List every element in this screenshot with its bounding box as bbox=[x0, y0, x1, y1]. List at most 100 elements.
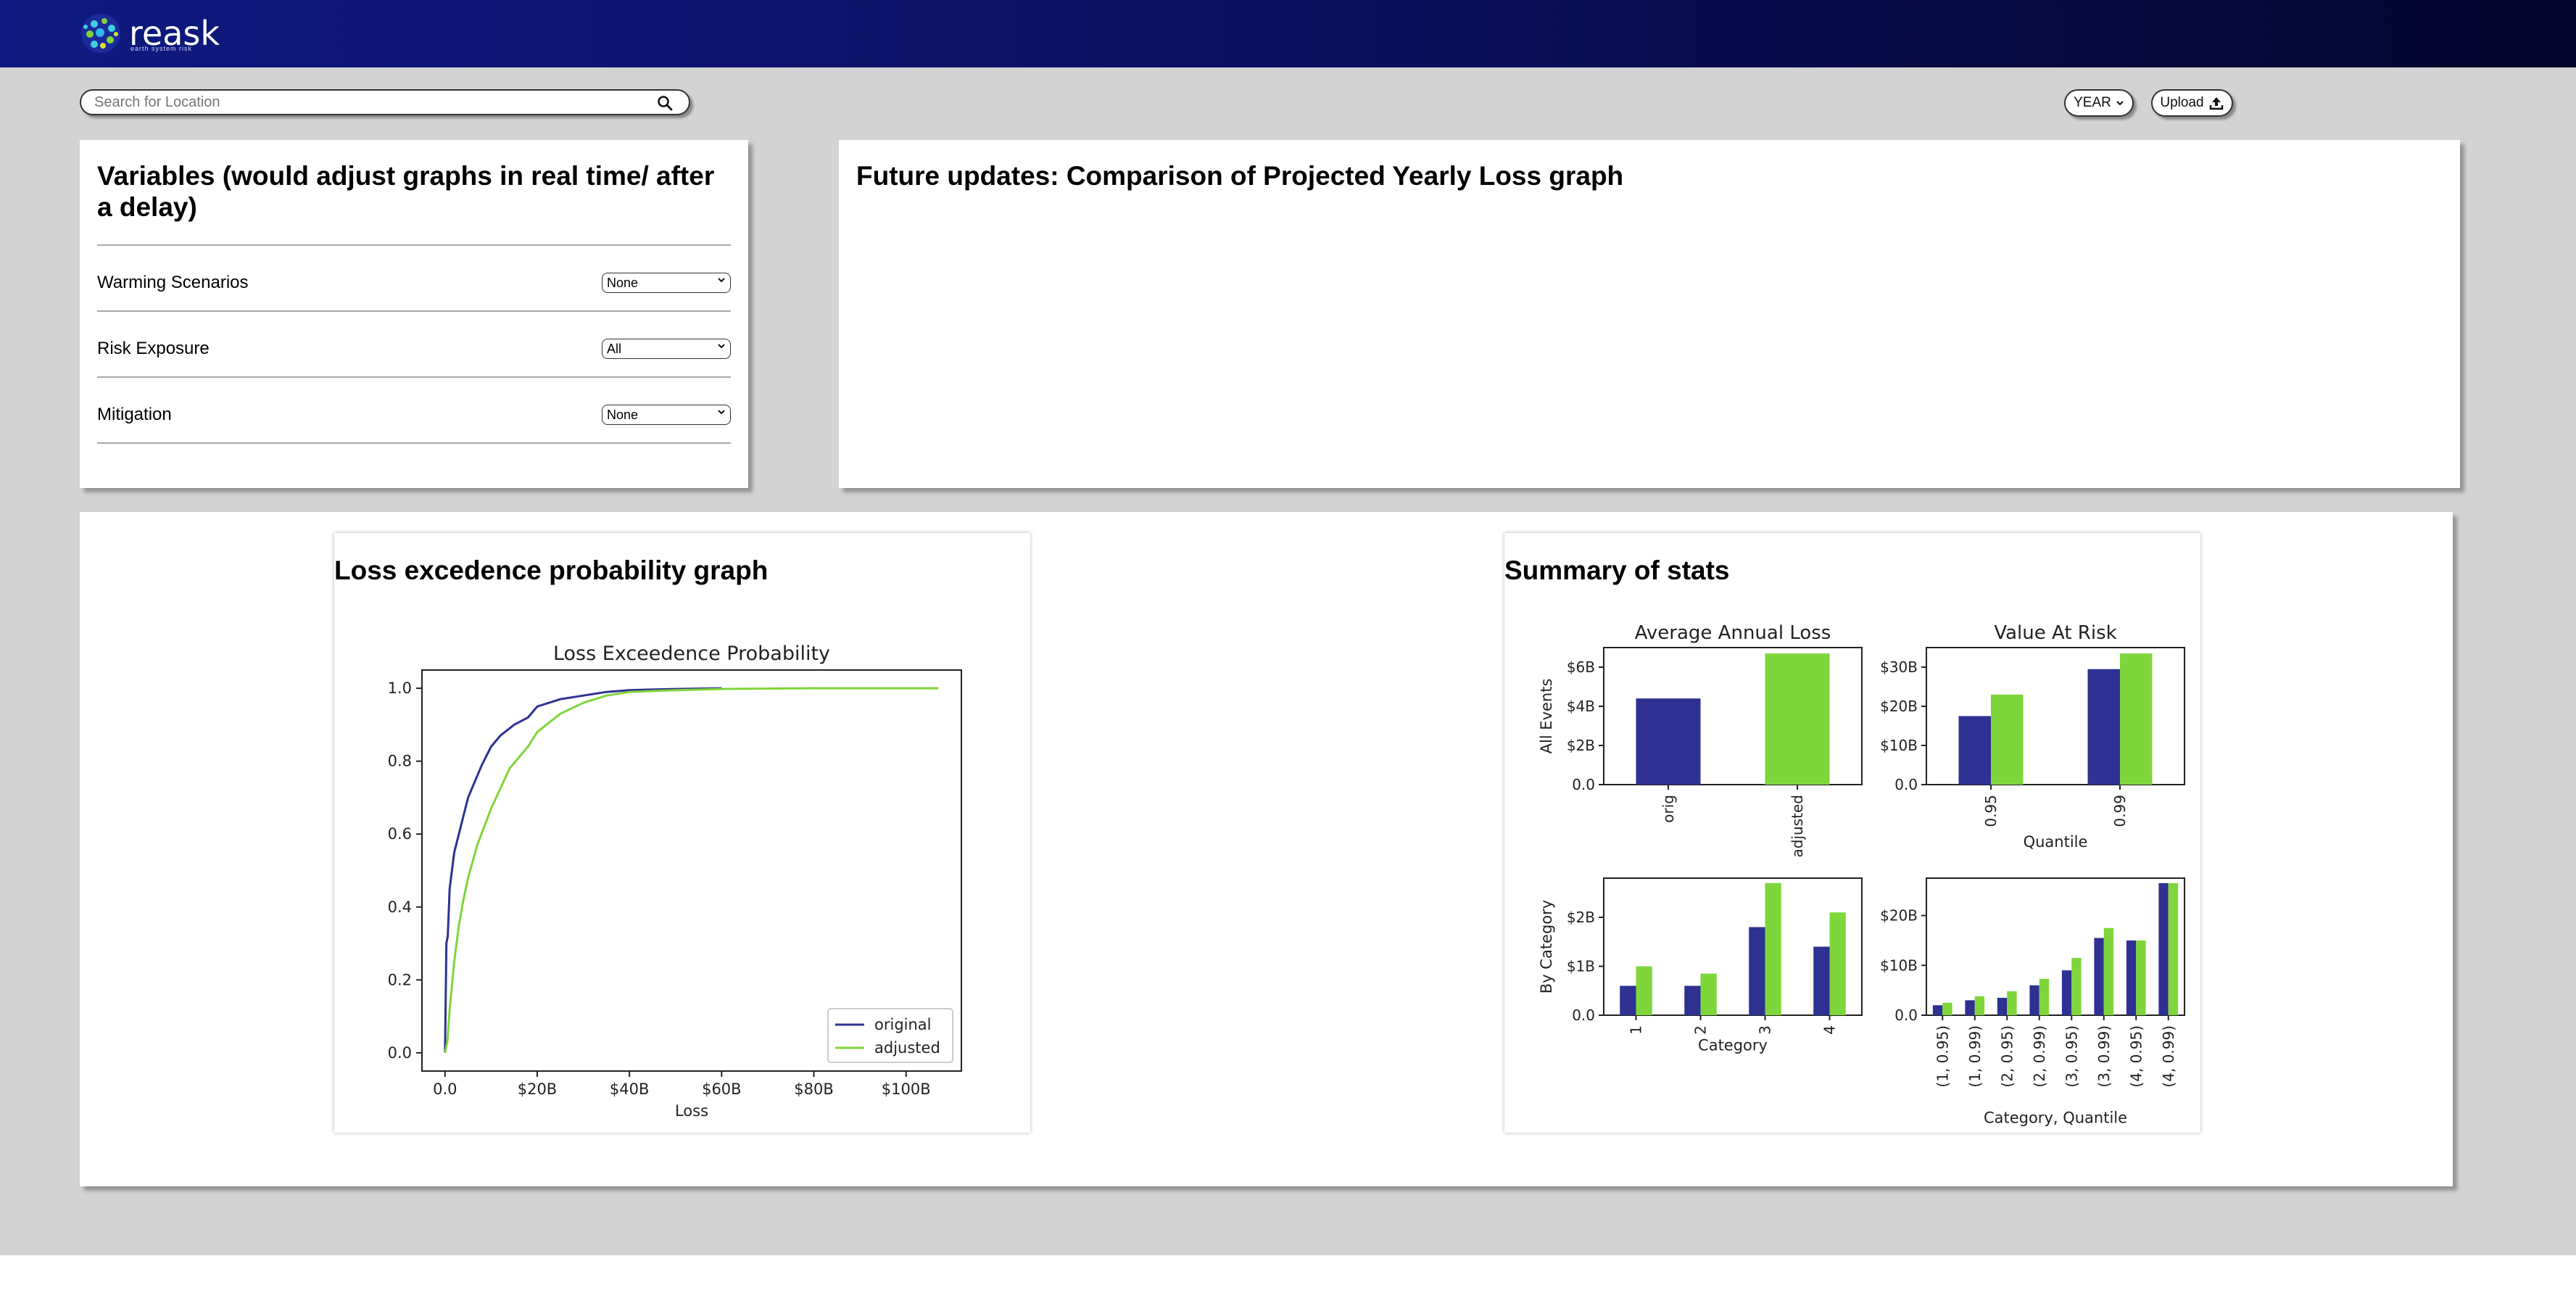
risk-exposure-label: Risk Exposure bbox=[97, 339, 210, 358]
bar-adjusted bbox=[2071, 957, 2082, 1015]
warming-scenarios-label: Warming Scenarios bbox=[97, 273, 249, 292]
bar-original bbox=[1997, 997, 2008, 1015]
x-tick-label: $80B bbox=[794, 1080, 834, 1098]
x-tick-label: (1, 0.99) bbox=[1966, 1025, 1984, 1088]
bar-original bbox=[2158, 883, 2169, 1015]
chart-title: Average Annual Loss bbox=[1635, 622, 1831, 644]
x-tick-label: (1, 0.95) bbox=[1934, 1025, 1951, 1088]
divider bbox=[97, 442, 731, 444]
variables-title: Variables (would adjust graphs in real t… bbox=[97, 161, 715, 222]
y-tick-label: $6B bbox=[1567, 658, 1595, 676]
y-tick-label: 0.2 bbox=[388, 971, 412, 988]
mitigation-value: None bbox=[607, 407, 639, 422]
divider bbox=[97, 376, 731, 378]
bar-original bbox=[2126, 940, 2137, 1015]
x-tick-label: 0.95 bbox=[1982, 795, 2000, 827]
x-tick-label: (4, 0.99) bbox=[2160, 1025, 2177, 1088]
warming-scenarios-select[interactable]: None bbox=[602, 273, 731, 293]
bar bbox=[1765, 653, 1830, 785]
bar-original bbox=[1749, 927, 1765, 1015]
x-tick-label: $60B bbox=[702, 1080, 742, 1098]
bar-original bbox=[1620, 985, 1636, 1015]
x-tick-label: $100B bbox=[882, 1080, 931, 1098]
x-tick-label: 3 bbox=[1757, 1025, 1774, 1035]
bar-adjusted bbox=[2039, 978, 2050, 1015]
bar-adjusted bbox=[1991, 694, 2024, 785]
y-tick-label: $10B bbox=[1880, 737, 1918, 754]
search-icon[interactable] bbox=[657, 95, 673, 111]
x-axis-label: Category, Quantile bbox=[1984, 1109, 2127, 1127]
warming-scenarios-value: None bbox=[607, 275, 639, 290]
x-axis-label: Loss bbox=[675, 1102, 708, 1120]
future-updates-panel: Future updates: Comparison of Projected … bbox=[839, 140, 2460, 488]
y-tick-label: 0.0 bbox=[388, 1044, 412, 1062]
plot-frame bbox=[1926, 877, 2185, 1016]
bar-adjusted bbox=[1765, 883, 1781, 1015]
y-tick-label: $30B bbox=[1880, 658, 1918, 676]
bar-adjusted bbox=[2007, 991, 2017, 1015]
x-tick-label: adjusted bbox=[1789, 795, 1806, 857]
legend-label: original bbox=[874, 1016, 932, 1033]
chevron-down-icon bbox=[2116, 101, 2124, 106]
y-axis-label: All Events bbox=[1538, 679, 1555, 754]
risk-exposure-value: All bbox=[607, 341, 622, 356]
period-select[interactable]: YEAR bbox=[2064, 89, 2134, 117]
bar-adjusted bbox=[2103, 927, 2114, 1015]
bar bbox=[1636, 698, 1701, 785]
variables-panel: Variables (would adjust graphs in real t… bbox=[80, 140, 748, 488]
divider bbox=[97, 310, 731, 312]
y-tick-label: 0.0 bbox=[1572, 776, 1595, 793]
bar-adjusted bbox=[1974, 996, 1985, 1015]
y-tick-label: 0.0 bbox=[1894, 776, 1918, 793]
x-tick-label: (3, 0.99) bbox=[2095, 1025, 2113, 1088]
top-header: reask earth system risk bbox=[0, 0, 2576, 67]
bar-adjusted bbox=[2120, 653, 2153, 785]
x-tick-label: (4, 0.95) bbox=[2127, 1025, 2145, 1088]
search-input[interactable] bbox=[93, 93, 647, 112]
x-tick-label: (2, 0.95) bbox=[1998, 1025, 2016, 1088]
loss-exceedence-panel: Loss excedence probability graph Loss Ex… bbox=[334, 533, 1030, 1133]
x-tick-label: 0.0 bbox=[433, 1080, 457, 1098]
loss-exceedence-chart: Loss Exceedence Probability 0.0 $20B $40B $6… bbox=[388, 642, 962, 1120]
upload-label: Upload bbox=[2160, 95, 2204, 110]
bar-original bbox=[2029, 985, 2039, 1015]
y-tick-label: $1B bbox=[1567, 958, 1595, 975]
x-tick-label: 4 bbox=[1821, 1025, 1839, 1035]
chevron-down-icon bbox=[718, 410, 725, 415]
bar-original bbox=[1932, 1005, 1943, 1015]
series-line-adjusted bbox=[444, 687, 939, 1054]
y-tick-label: 0.6 bbox=[388, 825, 412, 843]
y-tick-label: 0.0 bbox=[1572, 1007, 1595, 1024]
mitigation-select[interactable]: None bbox=[602, 405, 731, 425]
y-axis-label: By Category bbox=[1538, 900, 1555, 993]
x-axis-label: Quantile bbox=[2024, 833, 2088, 851]
y-tick-label: 0.8 bbox=[388, 753, 412, 770]
period-value: YEAR bbox=[2074, 95, 2111, 110]
x-axis-label: Category bbox=[1698, 1037, 1768, 1054]
bar-original bbox=[2061, 970, 2072, 1015]
x-tick-label: $40B bbox=[610, 1080, 650, 1098]
x-tick-label: 0.99 bbox=[2111, 795, 2129, 827]
location-search bbox=[80, 89, 690, 115]
bar-original bbox=[1813, 946, 1830, 1015]
legend-label: adjusted bbox=[874, 1039, 940, 1057]
x-tick-label: (3, 0.95) bbox=[2063, 1025, 2080, 1088]
chart-title: Loss Exceedence Probability bbox=[553, 642, 830, 665]
x-tick-label: (2, 0.99) bbox=[2031, 1025, 2048, 1088]
globe-logo-icon bbox=[81, 14, 120, 53]
mitigation-label: Mitigation bbox=[97, 405, 172, 424]
y-tick-label: 0.4 bbox=[388, 898, 412, 916]
brand-tagline: earth system risk bbox=[131, 45, 193, 52]
bar-original bbox=[2087, 669, 2120, 785]
x-tick-label: 2 bbox=[1692, 1025, 1710, 1035]
brand-logo[interactable]: reask earth system risk bbox=[78, 10, 220, 57]
chevron-down-icon bbox=[718, 344, 725, 349]
risk-exposure-select[interactable]: All bbox=[602, 339, 731, 359]
y-tick-label: $4B bbox=[1567, 698, 1595, 715]
upload-button[interactable]: Upload bbox=[2151, 89, 2233, 117]
divider bbox=[97, 244, 731, 246]
summary-stats-panel: Summary of stats Average Annual Loss 0.0 $… bbox=[1504, 533, 2200, 1133]
y-tick-label: $20B bbox=[1880, 698, 1918, 715]
bar-adjusted bbox=[1700, 973, 1717, 1015]
bar-adjusted bbox=[1829, 912, 1846, 1015]
